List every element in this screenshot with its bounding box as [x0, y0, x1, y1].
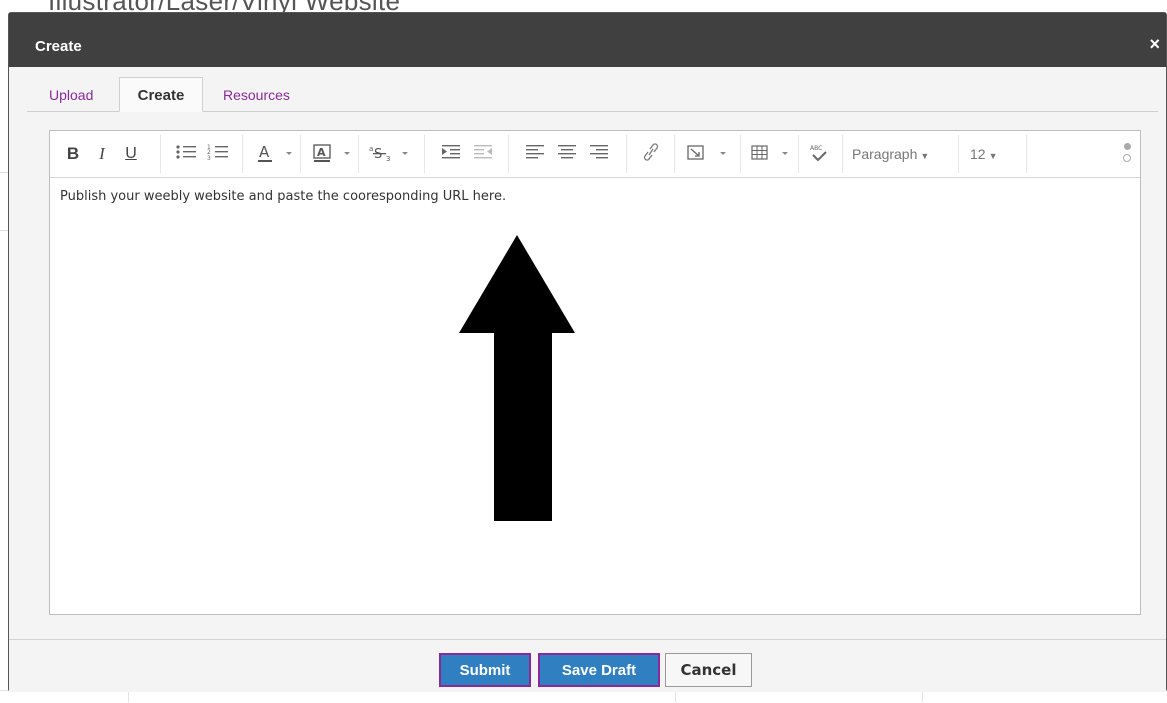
svg-text:S: S	[374, 147, 382, 162]
chevron-down-icon: ▼	[988, 151, 998, 161]
numbered-list-icon[interactable]: 123	[206, 143, 230, 165]
svg-text:ABC: ABC	[810, 145, 822, 152]
toolbar-separator	[242, 135, 243, 173]
highlight-color-icon[interactable]: A	[312, 143, 354, 165]
editor-content[interactable]: Publish your weebly website and paste th…	[60, 189, 1130, 204]
align-center-icon[interactable]	[556, 143, 578, 165]
toolbar-separator	[424, 135, 425, 173]
toolbar-separator	[160, 135, 161, 173]
toolbar-separator	[740, 135, 741, 173]
insert-media-icon[interactable]	[686, 143, 734, 165]
annotation-arrow	[459, 235, 575, 521]
create-modal: Create × Upload Create Resources B I U 1…	[8, 12, 1167, 692]
svg-text:3: 3	[386, 155, 390, 163]
save-draft-button[interactable]: Save Draft	[538, 653, 660, 687]
toolbar-separator	[674, 135, 675, 173]
close-icon[interactable]: ×	[1149, 34, 1160, 55]
toolbar-separator	[798, 135, 799, 173]
modal-footer: Submit Save Draft Cancel	[9, 639, 1166, 692]
toolbar-separator	[300, 135, 301, 173]
toolbar-separator	[626, 135, 627, 173]
background-column-divider	[675, 691, 676, 702]
text-color-icon[interactable]: A	[256, 143, 296, 165]
modal-tabs: Upload Create Resources	[27, 77, 1158, 112]
tab-create[interactable]: Create	[119, 77, 203, 112]
tab-resources[interactable]: Resources	[223, 77, 290, 111]
toolbar-separator	[358, 135, 359, 173]
font-size-select[interactable]: 12 ▼	[970, 143, 1030, 165]
outdent-icon[interactable]	[472, 143, 494, 165]
background-column-divider	[128, 691, 129, 702]
font-size-value: 12	[970, 146, 986, 162]
modal-header: Create ×	[9, 13, 1166, 67]
submit-button[interactable]: Submit	[439, 653, 531, 687]
italic-button[interactable]: I	[94, 143, 110, 165]
table-icon[interactable]	[750, 143, 796, 165]
svg-text:A: A	[259, 143, 270, 161]
toolbar-toggle-icon[interactable]	[1122, 143, 1132, 162]
link-icon[interactable]	[640, 143, 662, 165]
toolbar-separator	[842, 135, 843, 173]
spellcheck-icon[interactable]: ABC	[808, 143, 830, 165]
modal-title: Create	[35, 38, 82, 55]
svg-text:3: 3	[207, 155, 211, 161]
align-left-icon[interactable]	[524, 143, 546, 165]
bold-button[interactable]: B	[64, 143, 82, 165]
rich-text-editor[interactable]: B I U 123 A A aS3 ABC Paragraph ▼ 12 ▼ P…	[49, 130, 1141, 615]
toolbar-separator	[958, 135, 959, 173]
underline-button[interactable]: U	[122, 143, 140, 165]
paragraph-format-select[interactable]: Paragraph ▼	[852, 143, 952, 165]
align-right-icon[interactable]	[588, 143, 610, 165]
paragraph-format-value: Paragraph	[852, 146, 918, 162]
svg-text:a: a	[369, 145, 373, 153]
toolbar-separator	[1026, 135, 1027, 173]
editor-toolbar: B I U 123 A A aS3 ABC Paragraph ▼ 12 ▼	[50, 131, 1140, 178]
tab-upload[interactable]: Upload	[49, 77, 93, 111]
cancel-button[interactable]: Cancel	[665, 653, 752, 687]
chevron-down-icon: ▼	[920, 151, 930, 161]
svg-text:A: A	[317, 146, 326, 159]
toolbar-separator	[508, 135, 509, 173]
superscript-subscript-icon[interactable]: aS3	[368, 143, 416, 165]
background-column-divider	[922, 691, 923, 702]
indent-icon[interactable]	[440, 143, 462, 165]
bullet-list-icon[interactable]	[174, 143, 198, 165]
